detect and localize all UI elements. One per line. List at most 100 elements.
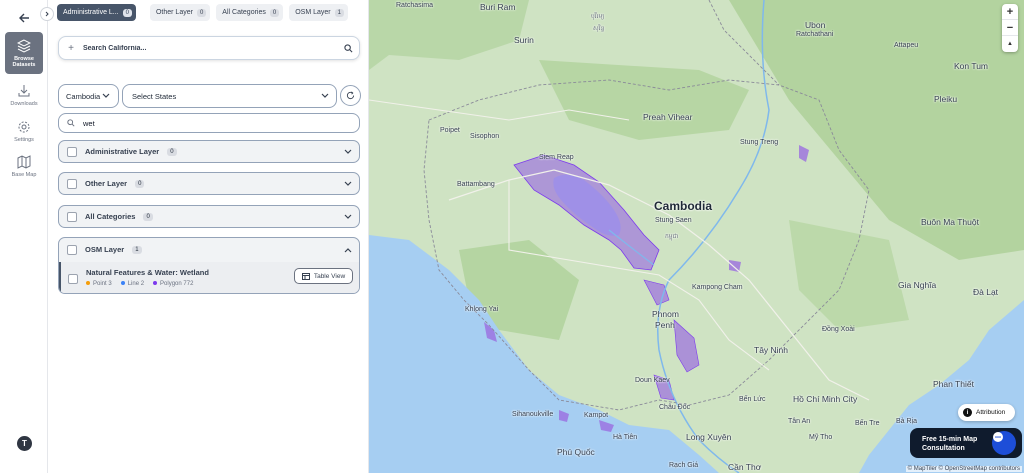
section-count: 0 <box>135 179 145 188</box>
collapse-panel-button[interactable] <box>40 7 54 21</box>
map-label-da-lat: Đà Lạt <box>973 287 999 297</box>
download-icon <box>18 85 30 97</box>
layer-row-wetland: Natural Features & Water: Wetland Point … <box>59 262 359 293</box>
map-label-buri-ram: Buri Ram <box>480 2 516 12</box>
section-label: All Categories <box>85 212 136 221</box>
section-checkbox[interactable] <box>67 146 77 157</box>
chat-button[interactable] <box>992 431 1016 455</box>
dataset-search: + <box>58 36 360 60</box>
map-label-tan-an: Tân An <box>788 418 811 425</box>
chevron-down-icon <box>344 214 352 219</box>
country-select[interactable]: Cambodia <box>58 84 119 108</box>
map-label-long-xuyen: Long Xuyên <box>686 432 732 442</box>
chevron-down-icon <box>344 149 352 154</box>
attribution-label: Attribution <box>976 409 1006 416</box>
layer-legend: Point 3 Line 2 Polygon 772 <box>86 281 193 287</box>
zoom-out-button[interactable]: − <box>1002 20 1018 36</box>
map-label-ha-tien: Hà Tiên <box>613 434 638 441</box>
section-all-categories[interactable]: All Categories 0 <box>58 205 360 228</box>
arrow-left-icon <box>19 13 29 23</box>
rail-settings[interactable]: Settings <box>4 120 44 143</box>
map-label-khmer-surin: សុរិន្ទ <box>593 26 605 32</box>
attribution-button[interactable]: i Attribution <box>958 404 1015 421</box>
refresh-button[interactable] <box>340 85 361 106</box>
section-other-layer[interactable]: Other Layer 0 <box>58 172 360 195</box>
layer-title: Natural Features & Water: Wetland <box>86 268 209 277</box>
map-label-tay-ninh: Tây Ninh <box>754 345 789 355</box>
layer-tabs: Administrative L... 0 Other Layer 0 All … <box>57 4 348 22</box>
search-input[interactable] <box>83 44 337 52</box>
table-view-button[interactable]: Table View <box>294 268 353 284</box>
chevron-down-icon <box>344 181 352 186</box>
states-placeholder: Select States <box>132 91 177 101</box>
section-checkbox[interactable] <box>67 178 77 189</box>
map-label-phan-thiet: Phan Thiết <box>933 379 974 389</box>
chevron-down-icon <box>321 93 329 98</box>
map-label-gia-nghia: Gia Nghĩa <box>898 280 937 290</box>
map-label-cambodia: Cambodia <box>654 199 713 213</box>
map-credits[interactable]: © MapTiler © OpenStreetMap contributors <box>905 466 1022 472</box>
map-label-preah-vihear: Preah Vihear <box>643 112 693 122</box>
tab-label: All Categories <box>222 9 266 16</box>
back-button[interactable] <box>14 8 34 28</box>
tab-label: Other Layer <box>155 9 193 16</box>
map-label-stung-treng: Stung Treng <box>740 139 779 146</box>
map-view[interactable]: Ratchasima Buri Ram បុរីរម្យ Surin សុរិន… <box>369 0 1024 473</box>
layers-icon <box>17 39 31 53</box>
section-checkbox[interactable] <box>67 244 77 255</box>
map-label-khlong-yai: Khlong Yai <box>465 306 499 313</box>
states-select[interactable]: Select States <box>122 84 337 108</box>
map-label-stung-saen: Stung Saen <box>655 217 692 224</box>
chevron-down-icon <box>102 93 110 98</box>
rail-browse-datasets[interactable]: Browse Datasets <box>5 32 43 74</box>
table-icon <box>301 272 310 280</box>
map-label-ba-ria: Bà Rịa <box>896 418 918 425</box>
tab-osm-layer[interactable]: OSM Layer 1 <box>289 4 348 21</box>
avatar[interactable]: T <box>17 436 32 451</box>
search-button[interactable] <box>337 43 359 53</box>
map-label-kampot: Kampot <box>584 412 609 419</box>
map-label-khmer-buri-ram: បុរីរម្យ <box>591 14 605 20</box>
search-icon <box>343 43 352 52</box>
chevron-right-icon <box>45 11 49 17</box>
chevron-up-icon <box>344 247 352 252</box>
map-label-phnom: Phnom <box>652 309 679 319</box>
map-label-ratchathani: Ratchathani <box>796 31 834 38</box>
map-label-khmer-cambodia: កម្ពុជា <box>665 234 679 240</box>
tab-other-layer[interactable]: Other Layer 0 <box>149 4 211 21</box>
tab-all-categories[interactable]: All Categories 0 <box>216 4 284 21</box>
consultation-banner[interactable]: Free 15-min Map Consultation <box>910 428 1022 458</box>
compass-icon: ▲ <box>1007 41 1013 47</box>
map-label-ubon: Ubon <box>805 20 826 30</box>
zoom-in-button[interactable]: + <box>1002 4 1018 20</box>
map-label-ratchasima: Ratchasima <box>396 2 433 9</box>
section-count: 0 <box>143 212 153 221</box>
layer-filter <box>58 113 360 133</box>
section-count: 0 <box>167 147 177 156</box>
refresh-icon <box>346 91 355 100</box>
info-icon: i <box>963 408 972 417</box>
rail-base-map[interactable]: Base Map <box>4 155 44 178</box>
tab-label: OSM Layer <box>295 9 331 16</box>
rail-label: Downloads <box>10 101 38 107</box>
compass-button[interactable]: ▲ <box>1002 36 1018 52</box>
plus-icon[interactable]: + <box>59 43 83 54</box>
section-count: 1 <box>132 245 142 254</box>
map-label-buon-ma-thuot: Buôn Ma Thuột <box>921 217 979 227</box>
rail-downloads[interactable]: Downloads <box>4 84 44 107</box>
gear-icon <box>18 121 30 133</box>
filter-input[interactable] <box>83 118 359 128</box>
consultation-text: Free 15-min Map Consultation <box>922 436 978 452</box>
map-label-ben-luc: Bến Lức <box>739 396 766 403</box>
osm-section-header[interactable]: OSM Layer 1 <box>59 238 359 261</box>
rail-label: Browse Datasets <box>12 56 36 68</box>
section-label: OSM Layer <box>85 245 125 254</box>
section-label: Administrative Layer <box>85 147 160 156</box>
rail-label: Base Map <box>11 172 37 178</box>
section-administrative-layer[interactable]: Administrative Layer 0 <box>58 140 360 163</box>
rail-label: Settings <box>14 137 34 143</box>
layer-checkbox[interactable] <box>68 274 78 284</box>
tab-administrative[interactable]: Administrative L... 0 <box>57 4 136 21</box>
section-checkbox[interactable] <box>67 211 77 222</box>
map-label-doun-kaev: Doun Kaev <box>635 377 670 384</box>
